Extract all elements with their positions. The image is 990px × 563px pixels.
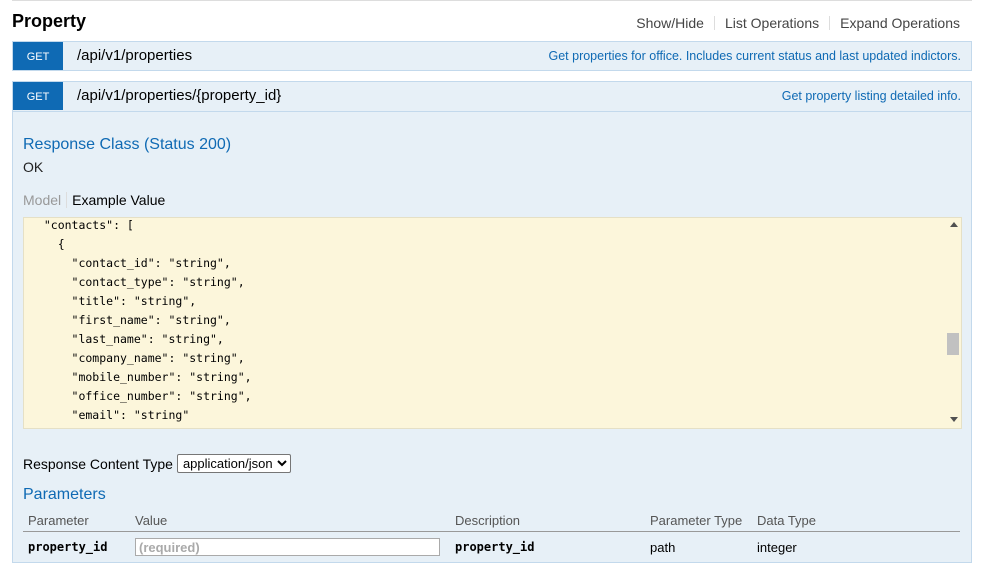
show-hide-link[interactable]: Show/Hide bbox=[626, 16, 714, 30]
http-method-badge[interactable]: GET bbox=[13, 82, 63, 110]
scroll-up-arrow-icon[interactable] bbox=[950, 222, 958, 227]
resource-links: Show/Hide List Operations Expand Operati… bbox=[626, 16, 960, 30]
example-value-snippet[interactable]: "contacts": [ { "contact_id": "string", … bbox=[23, 217, 962, 429]
parameter-data-type: integer bbox=[757, 539, 797, 555]
table-row: property_id property_id path integer bbox=[23, 532, 960, 561]
operation-path[interactable]: /api/v1/properties bbox=[77, 47, 192, 64]
top-divider bbox=[12, 0, 972, 1]
example-json-text: "contacts": [ { "contact_id": "string", … bbox=[43, 218, 252, 422]
list-operations-link[interactable]: List Operations bbox=[713, 16, 829, 30]
scroll-down-arrow-icon[interactable] bbox=[950, 417, 958, 422]
snippet-scrollbar[interactable] bbox=[946, 218, 961, 428]
response-content-type-select[interactable]: application/json bbox=[176, 454, 291, 473]
operation-content: Response Class (Status 200) OK Model Exa… bbox=[13, 111, 971, 563]
column-header-parameter-type: Parameter Type bbox=[645, 509, 752, 532]
http-method-badge[interactable]: GET bbox=[13, 42, 63, 70]
response-content-type: Response Content Type application/json bbox=[23, 454, 291, 473]
operation-summary[interactable]: Get property listing detailed info. bbox=[782, 89, 961, 103]
tab-example-value[interactable]: Example Value bbox=[67, 192, 165, 208]
operation-header[interactable]: GET /api/v1/properties Get properties fo… bbox=[13, 42, 971, 70]
operation-path[interactable]: /api/v1/properties/{property_id} bbox=[77, 87, 281, 104]
tab-model[interactable]: Model bbox=[23, 192, 68, 208]
parameter-description: property_id bbox=[455, 540, 535, 554]
parameter-name: property_id bbox=[28, 540, 108, 554]
parameter-type: path bbox=[650, 539, 676, 555]
property-id-input[interactable] bbox=[135, 538, 440, 556]
operation-summary[interactable]: Get properties for office. Includes curr… bbox=[549, 49, 962, 63]
operation-header[interactable]: GET /api/v1/properties/{property_id} Get… bbox=[13, 82, 971, 110]
expand-operations-link[interactable]: Expand Operations bbox=[829, 16, 960, 30]
resource-title[interactable]: Property bbox=[12, 11, 86, 32]
column-header-data-type: Data Type bbox=[752, 509, 960, 532]
resource-heading: Property Show/Hide List Operations Expan… bbox=[12, 8, 972, 38]
scroll-thumb[interactable] bbox=[947, 333, 959, 355]
signature-tabs: Model Example Value bbox=[23, 192, 165, 208]
column-header-description: Description bbox=[450, 509, 645, 532]
operation-get-property-by-id: GET /api/v1/properties/{property_id} Get… bbox=[12, 81, 972, 563]
operation-get-properties[interactable]: GET /api/v1/properties Get properties fo… bbox=[12, 41, 972, 71]
parameter-value-cell bbox=[130, 532, 450, 561]
response-class-title: Response Class (Status 200) bbox=[23, 136, 232, 153]
parameters-title: Parameters bbox=[23, 486, 106, 503]
parameters-header-row: Parameter Value Description Parameter Ty… bbox=[23, 509, 960, 532]
column-header-parameter: Parameter bbox=[23, 509, 130, 532]
response-status-text: OK bbox=[23, 159, 44, 175]
response-content-type-label: Response Content Type bbox=[23, 455, 173, 472]
parameters-table: Parameter Value Description Parameter Ty… bbox=[23, 509, 960, 560]
column-header-value: Value bbox=[130, 509, 450, 532]
